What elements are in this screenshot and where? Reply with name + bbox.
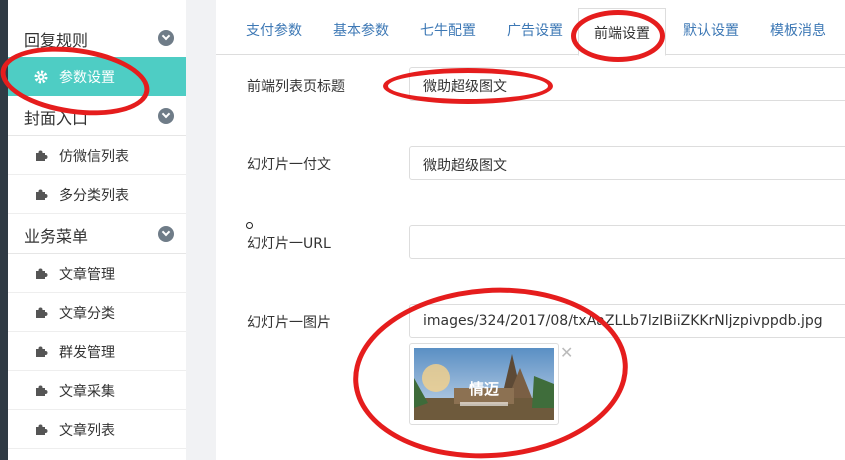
tab-ads[interactable]: 广告设置	[507, 20, 563, 40]
puzzle-icon	[36, 385, 48, 396]
sidebar-item-label: 文章管理	[59, 267, 115, 283]
puzzle-icon	[36, 307, 48, 318]
tab-template-message[interactable]: 模板消息	[770, 20, 826, 40]
sidebar-group-label: 回复规则	[24, 31, 89, 50]
url-field-label: 幻灯片一URL	[247, 236, 331, 252]
app-edge-strip	[0, 0, 8, 460]
puzzle-icon	[36, 268, 48, 279]
sidebar-gutter	[186, 0, 216, 460]
sidebar-item-label: 文章列表	[59, 423, 115, 439]
sidebar-item-article-category[interactable]: 文章分类	[8, 293, 186, 332]
sidebar-item-article-collect[interactable]: 文章采集	[8, 371, 186, 410]
sidebar-group-business-menu[interactable]: 业务菜单	[8, 214, 186, 254]
url-input[interactable]	[409, 225, 845, 259]
sidebar-item-mass-send[interactable]: 群发管理	[8, 332, 186, 371]
puzzle-icon	[36, 424, 48, 435]
sidebar-item-label: 文章分类	[59, 306, 115, 322]
sidebar-item-label: 群发管理	[59, 345, 115, 361]
sidebar-item-article-list[interactable]: 文章列表	[8, 410, 186, 449]
tab-frontend[interactable]: 前端设置	[578, 8, 666, 56]
tab-defaults[interactable]: 默认设置	[683, 20, 739, 40]
thumbnail-caption: 情迈	[469, 380, 499, 398]
subtitle-field-label: 幻灯片一付文	[247, 157, 331, 173]
sidebar-item-label: 仿微信列表	[59, 149, 129, 165]
image-preview: 情迈	[409, 343, 559, 425]
tab-qiniu[interactable]: 七牛配置	[420, 20, 476, 40]
title-field-label: 前端列表页标题	[247, 79, 345, 95]
sidebar-item-label: 多分类列表	[59, 188, 129, 204]
chevron-down-icon[interactable]	[158, 108, 174, 124]
sidebar-item-wechat-list[interactable]: 仿微信列表	[8, 136, 186, 175]
sidebar-item-label: 参数设置	[59, 70, 115, 86]
puzzle-icon	[36, 189, 48, 200]
sidebar-item-params[interactable]: 参数设置	[8, 57, 186, 96]
sidebar-group-label: 业务菜单	[24, 227, 89, 246]
subtitle-input[interactable]: 微助超级图文	[409, 146, 845, 180]
sidebar-group-reply-rules[interactable]: 回复规则	[8, 18, 186, 58]
sidebar-group-cover-entry[interactable]: 封面入口	[8, 96, 186, 136]
tab-payment[interactable]: 支付参数	[246, 20, 302, 40]
sidebar: 回复规则 参数设置 封面入口 仿微信列表 多分类列表 业务菜单 文章管理 文章分…	[8, 0, 186, 460]
image-path-input[interactable]: images/324/2017/08/txAaZLLb7lzIBiiZKKrNl…	[409, 304, 845, 338]
sidebar-item-article-manage[interactable]: 文章管理	[8, 254, 186, 293]
remove-image-icon[interactable]: ✕	[560, 343, 573, 362]
thumbnail-image: 情迈	[414, 348, 554, 420]
sidebar-item-multi-category[interactable]: 多分类列表	[8, 175, 186, 214]
puzzle-icon	[36, 150, 48, 161]
chevron-down-icon[interactable]	[158, 226, 174, 242]
sidebar-item-label: 文章采集	[59, 384, 115, 400]
image-field-label: 幻灯片一图片	[247, 315, 331, 331]
sidebar-group-label: 封面入口	[24, 109, 89, 128]
chevron-down-icon[interactable]	[158, 30, 174, 46]
gear-icon	[34, 70, 48, 84]
tab-basic[interactable]: 基本参数	[333, 20, 389, 40]
title-input[interactable]: 微助超级图文	[409, 67, 845, 101]
cursor-dot-icon	[246, 222, 253, 229]
puzzle-icon	[36, 346, 48, 357]
settings-tabs: 支付参数 基本参数 七牛配置 广告设置 前端设置 默认设置 模板消息	[216, 0, 845, 56]
